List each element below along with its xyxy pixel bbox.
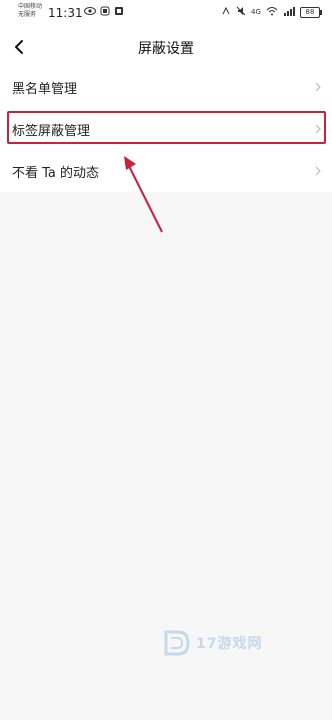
mute-icon (236, 6, 246, 19)
status-bar: 中国移动 无服务 11:31 4G 88 (0, 0, 332, 28)
carrier-name: 中国移动 (18, 3, 43, 10)
status-icons-left (84, 6, 124, 19)
status-icons-right: 4G 88 (221, 6, 322, 19)
list-item-label: 不看 Ta 的动态 (12, 165, 100, 181)
chevron-right-icon (315, 82, 321, 92)
nav-bar: 屏蔽设置 (0, 28, 332, 66)
watermark-logo-icon (164, 630, 190, 656)
carrier-service: 无服务 (18, 11, 37, 18)
signal-bars-icon (283, 6, 295, 19)
list-item-label: 黑名单管理 (12, 81, 78, 97)
watermark-text: 17游戏网 (196, 636, 263, 652)
chevron-right-icon (315, 166, 321, 176)
notification-icon (100, 6, 110, 19)
eye-icon (84, 6, 96, 19)
watermark: 17游戏网 (162, 628, 262, 658)
page-title: 屏蔽设置 (138, 41, 194, 57)
highlight-box (7, 111, 326, 144)
status-time: 11:31 (48, 6, 83, 20)
signal-4g-icon: 4G (251, 6, 261, 19)
svg-text:4G: 4G (251, 8, 261, 16)
battery-icon: 88 (300, 7, 322, 18)
carrier-info: 中国移动 无服务 (18, 3, 46, 19)
list-item-blacklist[interactable]: 黑名单管理 (0, 66, 332, 108)
wifi-icon (266, 6, 278, 19)
nfc-icon (221, 6, 231, 19)
annotation-arrow (124, 156, 163, 233)
app-icon (114, 6, 124, 19)
